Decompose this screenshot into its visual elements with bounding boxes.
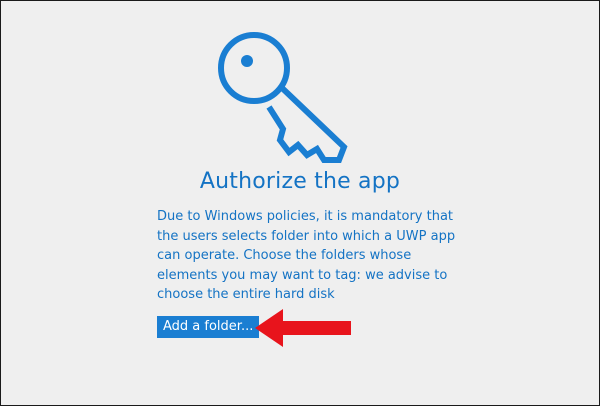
key-icon bbox=[218, 32, 348, 163]
app-window: Authorize the app Due to Windows policie… bbox=[0, 0, 600, 406]
add-folder-button[interactable]: Add a folder... bbox=[157, 316, 260, 338]
policy-description: Due to Windows policies, it is mandatory… bbox=[157, 209, 456, 302]
page-title: Authorize the app bbox=[199, 169, 401, 194]
red-arrow-annotation-icon bbox=[255, 309, 351, 347]
